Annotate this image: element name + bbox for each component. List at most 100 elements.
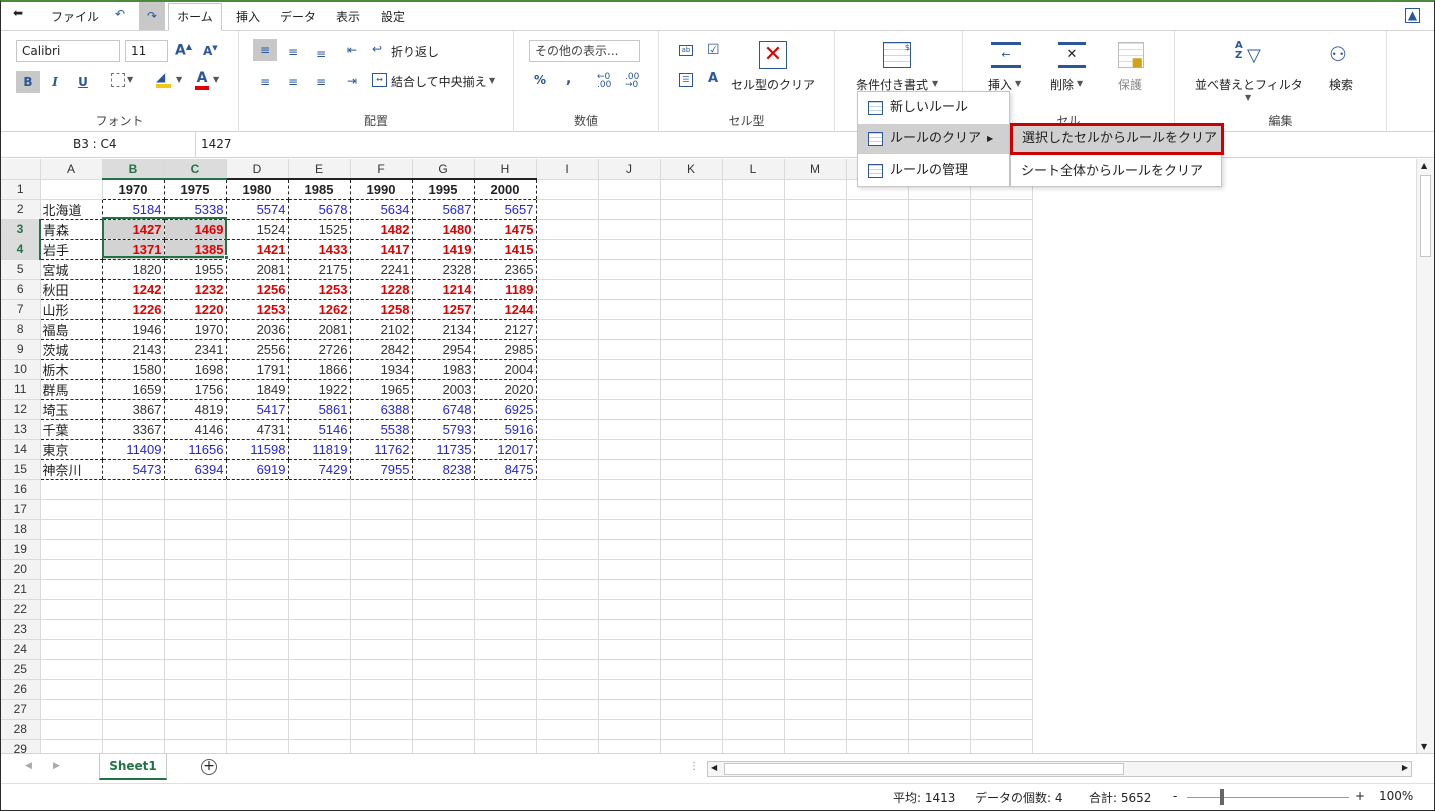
cell[interactable]: 2241 <box>350 259 413 280</box>
cell[interactable] <box>164 479 227 500</box>
cell[interactable] <box>102 499 165 520</box>
cell[interactable] <box>970 559 1033 580</box>
cell[interactable] <box>970 499 1033 520</box>
cell[interactable]: 神奈川 <box>39 459 103 480</box>
cell[interactable] <box>226 559 289 580</box>
collapse-ribbon-icon[interactable]: ▲ <box>1405 8 1420 23</box>
cell[interactable] <box>536 599 599 620</box>
cell[interactable] <box>536 439 599 460</box>
align-right-icon[interactable]: ≡ <box>309 71 333 93</box>
cell[interactable] <box>536 459 599 480</box>
menu-item-clear-selected[interactable]: 選択したセルからルールをクリア <box>1010 123 1224 155</box>
cell[interactable]: 5146 <box>288 419 351 440</box>
cell[interactable] <box>350 599 413 620</box>
cell[interactable] <box>722 299 785 320</box>
cell[interactable]: 2102 <box>350 319 413 340</box>
cell[interactable]: 2365 <box>474 259 537 280</box>
cell[interactable]: 山形 <box>39 299 103 320</box>
cell[interactable]: 1985 <box>288 178 351 200</box>
cell[interactable] <box>288 619 351 640</box>
cell[interactable]: 2004 <box>474 359 537 380</box>
cell[interactable]: 2556 <box>226 339 289 360</box>
cell[interactable]: 岩手 <box>39 239 103 260</box>
cell[interactable]: 5417 <box>226 399 289 420</box>
chevron-down-icon[interactable]: ▼ <box>1245 93 1251 102</box>
cell[interactable]: 6394 <box>164 459 227 480</box>
cell[interactable]: 1228 <box>350 279 413 300</box>
cell[interactable] <box>784 419 847 440</box>
cell[interactable]: 千葉 <box>39 419 103 440</box>
delete-cells-icon[interactable]: ✕ <box>1058 42 1086 68</box>
cell[interactable] <box>846 679 909 700</box>
cell[interactable] <box>722 659 785 680</box>
cell[interactable] <box>970 679 1033 700</box>
cell[interactable] <box>412 579 475 600</box>
cell[interactable]: 2842 <box>350 339 413 360</box>
formula-input[interactable]: 1427 <box>201 132 232 157</box>
cell[interactable] <box>784 359 847 380</box>
cell[interactable]: 11735 <box>412 439 475 460</box>
column-header[interactable]: F <box>350 159 413 180</box>
cell[interactable] <box>660 419 723 440</box>
cell[interactable] <box>40 699 103 720</box>
cell[interactable] <box>598 639 661 660</box>
row-header[interactable]: 20 <box>1 559 41 580</box>
cell[interactable] <box>660 319 723 340</box>
cell[interactable]: 2003 <box>412 379 475 400</box>
cell[interactable] <box>970 539 1033 560</box>
cell[interactable]: 1415 <box>474 239 537 260</box>
cell[interactable] <box>350 479 413 500</box>
cell[interactable]: 1970 <box>102 178 165 200</box>
cell[interactable]: 4819 <box>164 399 227 420</box>
cell[interactable]: 1995 <box>412 178 475 200</box>
cell[interactable] <box>846 459 909 480</box>
cell[interactable] <box>846 439 909 460</box>
align-top-icon[interactable]: ≡ <box>253 39 277 61</box>
cell[interactable] <box>660 359 723 380</box>
cell[interactable] <box>660 379 723 400</box>
cell[interactable] <box>536 279 599 300</box>
cell[interactable] <box>660 599 723 620</box>
cell[interactable] <box>722 519 785 540</box>
cell[interactable] <box>908 719 971 740</box>
cell[interactable]: 1189 <box>474 279 537 300</box>
font-shrink-icon[interactable]: A▼ <box>203 44 218 58</box>
vertical-scroll-thumb[interactable] <box>1420 175 1431 257</box>
indent-icon[interactable]: ⇤ <box>347 43 357 57</box>
cell[interactable] <box>226 479 289 500</box>
cell[interactable]: 1421 <box>226 239 289 260</box>
cell[interactable]: 2000 <box>474 178 537 200</box>
cell[interactable]: 1975 <box>164 178 227 200</box>
cell[interactable] <box>784 619 847 640</box>
cell[interactable] <box>288 479 351 500</box>
sheet-tab[interactable]: Sheet1 <box>99 754 167 780</box>
cell[interactable] <box>474 679 537 700</box>
cell[interactable] <box>660 499 723 520</box>
cell[interactable] <box>288 499 351 520</box>
row-header[interactable]: 6 <box>1 279 41 300</box>
cell[interactable] <box>288 539 351 560</box>
cell[interactable] <box>226 679 289 700</box>
cell[interactable] <box>164 519 227 540</box>
back-arrow-icon[interactable]: ⬅ <box>13 6 23 20</box>
cell[interactable] <box>288 519 351 540</box>
cell[interactable] <box>598 539 661 560</box>
cell[interactable] <box>970 639 1033 660</box>
row-header[interactable]: 9 <box>1 339 41 360</box>
chevron-down-icon[interactable]: ▼ <box>127 75 133 84</box>
cell[interactable]: 1232 <box>164 279 227 300</box>
cell[interactable]: 5687 <box>412 199 475 220</box>
cell[interactable] <box>226 499 289 520</box>
cell[interactable] <box>784 559 847 580</box>
vertical-scrollbar[interactable]: ▲ ▼ <box>1416 159 1434 753</box>
list-icon[interactable]: ☰ <box>679 73 693 87</box>
row-header[interactable]: 12 <box>1 399 41 420</box>
cell[interactable] <box>970 379 1033 400</box>
cell[interactable] <box>846 319 909 340</box>
cell[interactable] <box>40 479 103 500</box>
cell[interactable] <box>908 739 971 753</box>
cell[interactable]: 群馬 <box>39 379 103 400</box>
cell[interactable] <box>722 279 785 300</box>
cell[interactable]: 1756 <box>164 379 227 400</box>
cell[interactable]: 2985 <box>474 339 537 360</box>
